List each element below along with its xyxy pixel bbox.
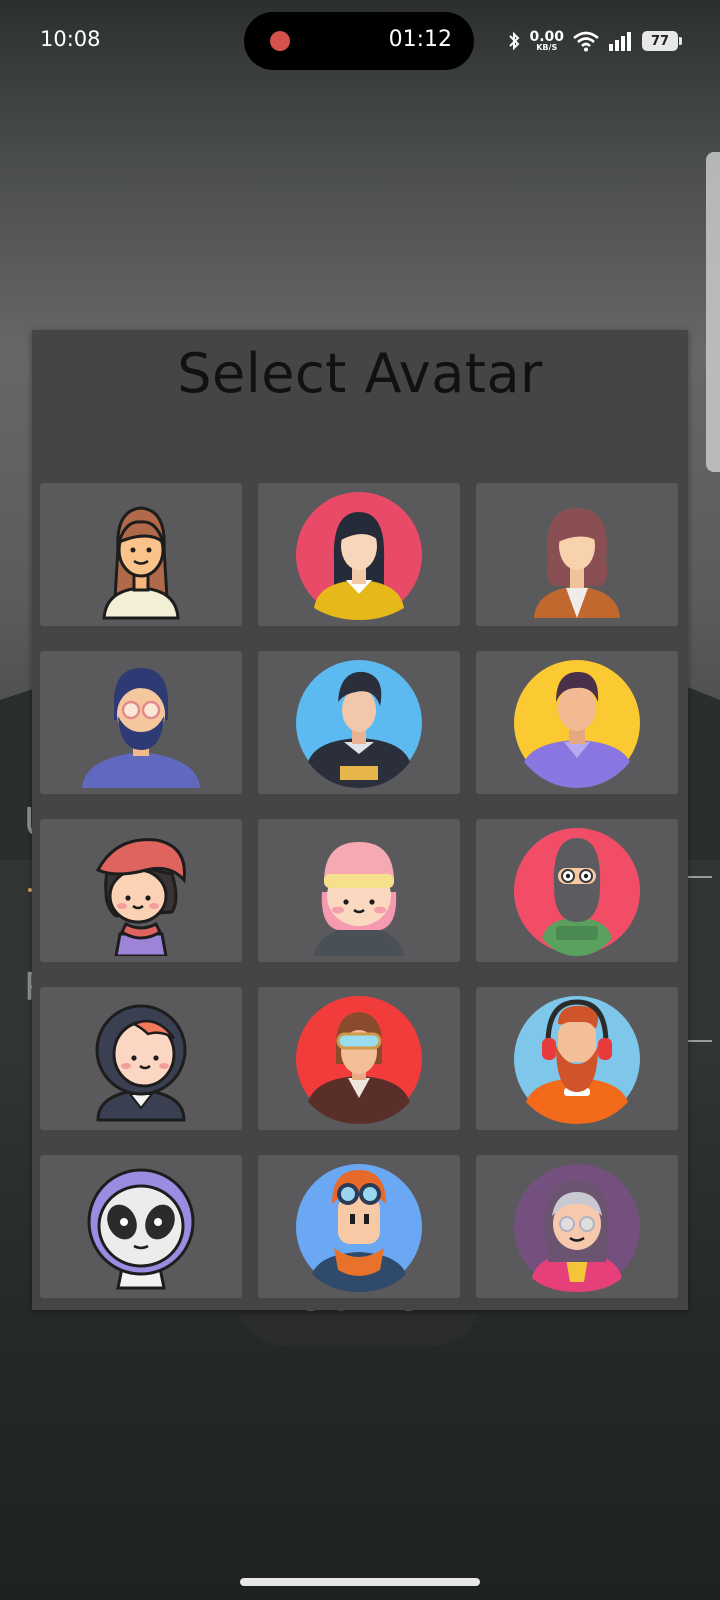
record-dot-icon — [270, 31, 290, 51]
battery-icon: 77 — [642, 31, 682, 51]
bluetooth-icon — [509, 31, 520, 51]
girl-long-hair-avatar-icon — [102, 505, 180, 619]
ginger-beard-headphones-avatar-icon — [514, 995, 640, 1124]
kid-black-hoodie-avatar-icon — [95, 1004, 187, 1121]
avatar-option-9[interactable] — [476, 819, 678, 962]
avatar-option-5[interactable] — [258, 651, 460, 794]
man-hoodie-avatar-icon — [296, 659, 422, 788]
aviator-pilot-avatar-icon — [296, 995, 422, 1124]
recording-timer: 01:12 — [388, 27, 452, 52]
grandma-hood-avatar-icon — [514, 1163, 640, 1292]
boy-goggles-scarf-avatar-icon — [296, 1163, 422, 1292]
status-bar: 10:08 01:12 0.00 KB/S 77 — [0, 0, 720, 82]
status-icons: 0.00 KB/S 77 — [507, 26, 682, 56]
robber-balaclava-avatar-icon — [514, 827, 640, 956]
woman-black-hair-avatar-icon — [296, 491, 422, 620]
network-speed: 0.00 KB/S — [529, 29, 564, 52]
avatar-option-2[interactable] — [258, 483, 460, 626]
dialog-title: Select Avatar — [177, 342, 543, 405]
scrollbar[interactable] — [706, 152, 720, 472]
avatar-option-6[interactable] — [476, 651, 678, 794]
avatar-option-11[interactable] — [258, 987, 460, 1130]
girl-red-beret-avatar-icon — [95, 837, 186, 956]
avatar-option-13[interactable] — [40, 1155, 242, 1298]
astronaut-panda-avatar-icon — [87, 1168, 195, 1289]
kid-pink-beanie-avatar-icon — [314, 841, 404, 956]
avatar-option-7[interactable] — [40, 819, 242, 962]
avatar-option-3[interactable] — [476, 483, 678, 626]
man-purple-shirt-avatar-icon — [514, 659, 640, 788]
screen-recording-pill[interactable]: 01:12 — [244, 12, 474, 70]
avatar-option-10[interactable] — [40, 987, 242, 1130]
avatar-option-1[interactable] — [40, 483, 242, 626]
avatar-option-12[interactable] — [476, 987, 678, 1130]
avatar-option-4[interactable] — [40, 651, 242, 794]
wifi-icon — [573, 31, 599, 52]
avatar-grid — [40, 483, 678, 1298]
home-indicator[interactable] — [240, 1578, 480, 1586]
signal-icon — [609, 32, 631, 51]
woman-brown-curly-avatar-icon — [534, 507, 620, 618]
avatar-option-15[interactable] — [476, 1155, 678, 1298]
avatar-option-8[interactable] — [258, 819, 460, 962]
status-time: 10:08 — [40, 27, 101, 51]
bearded-man-glasses-avatar-icon — [82, 667, 200, 788]
select-avatar-dialog: Select Avatar — [32, 330, 688, 1310]
avatar-option-14[interactable] — [258, 1155, 460, 1298]
